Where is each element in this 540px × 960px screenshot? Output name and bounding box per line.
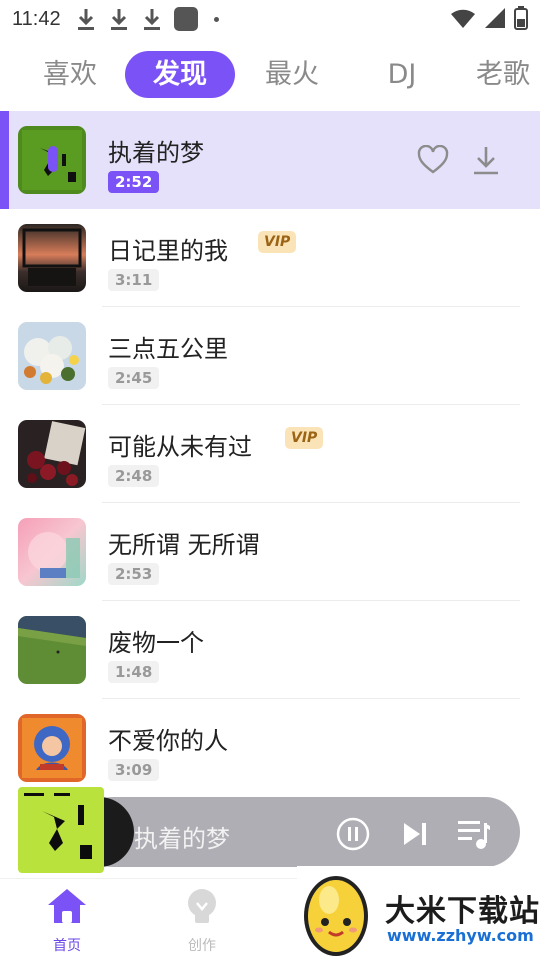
- song-title: 不爱你的人: [108, 727, 228, 755]
- list-item[interactable]: 不爱你的人 3:09: [0, 699, 540, 797]
- nav-label: 创作: [188, 938, 216, 954]
- tab-discover[interactable]: 发现: [125, 51, 235, 98]
- vip-badge: VIP: [258, 231, 297, 253]
- playlist-icon[interactable]: [456, 817, 492, 851]
- nav-home[interactable]: 首页: [27, 885, 107, 955]
- song-title: 无所谓 无所谓: [108, 531, 260, 559]
- wifi-icon: [451, 9, 475, 29]
- tab-oldies[interactable]: 老歌: [476, 52, 540, 98]
- song-duration: 2:53: [108, 563, 160, 585]
- song-duration: 3:11: [108, 269, 160, 291]
- download-icon: [141, 7, 163, 31]
- list-item[interactable]: 废物一个 1:48: [0, 601, 540, 699]
- album-cover: [18, 322, 86, 390]
- list-item[interactable]: 日记里的我 VIP 3:11: [0, 209, 540, 307]
- song-title: 执着的梦: [108, 139, 204, 167]
- now-playing-indicator: [0, 111, 9, 209]
- watermark: 大米下载站 www.zzhyw.com: [297, 866, 540, 960]
- list-item[interactable]: 执着的梦 2:52: [0, 111, 540, 209]
- album-cover: [18, 714, 86, 782]
- vip-badge: VIP: [285, 427, 324, 449]
- song-title: 日记里的我: [108, 237, 228, 265]
- category-tabs: 喜欢 发现 最火 DJ 老歌: [0, 48, 540, 102]
- song-duration: 2:48: [108, 465, 160, 487]
- lightbulb-icon: [188, 889, 216, 923]
- nav-label: 首页: [53, 938, 81, 954]
- mini-player[interactable]: 执着的梦: [18, 787, 522, 877]
- song-duration: 1:48: [108, 661, 160, 683]
- album-cover: [18, 518, 86, 586]
- list-item[interactable]: 三点五公里 2:45: [0, 307, 540, 405]
- album-cover: [18, 616, 86, 684]
- list-item[interactable]: 可能从未有过 VIP 2:48: [0, 405, 540, 503]
- skip-next-icon[interactable]: [400, 819, 430, 849]
- battery-icon: [514, 6, 528, 30]
- song-list: 执着的梦 2:52 日记里的我 VIP 3:11 三点五公里 2:45 可能从未…: [0, 111, 540, 797]
- download-icon: [108, 7, 130, 31]
- egg-mascot-icon: [304, 876, 368, 956]
- signal-icon: [485, 8, 505, 28]
- song-title: 三点五公里: [108, 335, 228, 363]
- player-title: 执着的梦: [134, 825, 230, 853]
- pause-icon[interactable]: [336, 817, 370, 851]
- download-icon: [75, 7, 97, 31]
- tab-hottest[interactable]: 最火: [252, 52, 332, 98]
- album-cover: [18, 420, 86, 488]
- tab-likes[interactable]: 喜欢: [30, 52, 110, 98]
- app-square-icon: [173, 7, 198, 31]
- status-time: 11:42: [12, 7, 61, 30]
- song-duration: 3:09: [108, 759, 160, 781]
- home-icon: [48, 889, 86, 923]
- song-title: 废物一个: [108, 629, 204, 657]
- download-icon[interactable]: [471, 144, 501, 176]
- album-cover: [18, 224, 86, 292]
- nav-create[interactable]: 创作: [162, 885, 242, 955]
- song-title: 可能从未有过: [108, 433, 252, 461]
- song-duration: 2:45: [108, 367, 160, 389]
- heart-icon[interactable]: [417, 145, 449, 175]
- list-item[interactable]: 无所谓 无所谓 2:53: [0, 503, 540, 601]
- status-bar: 11:42: [0, 0, 540, 38]
- tab-dj[interactable]: DJ: [370, 52, 434, 98]
- album-cover: [18, 126, 86, 194]
- song-duration: 2:52: [108, 171, 160, 193]
- player-cover[interactable]: [18, 787, 104, 873]
- notification-dot-icon: [213, 16, 219, 22]
- watermark-url: www.zzhyw.com: [387, 926, 534, 945]
- watermark-name: 大米下载站: [385, 894, 540, 929]
